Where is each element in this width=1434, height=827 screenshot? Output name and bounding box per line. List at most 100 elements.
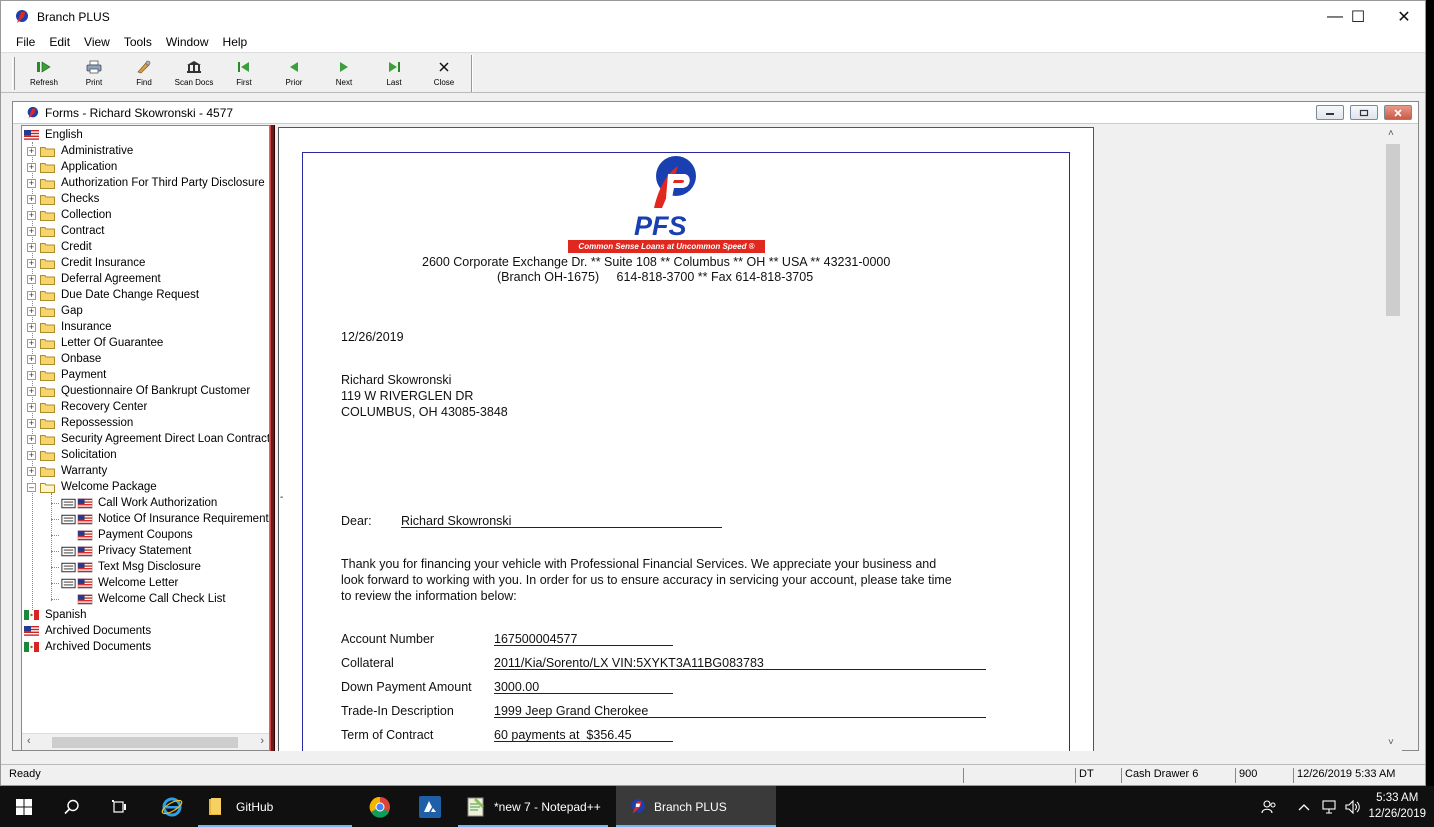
collapse-icon[interactable]: – (27, 482, 36, 492)
scrollbar-thumb[interactable] (1386, 144, 1400, 316)
tree-folder-contract[interactable]: + Contract (27, 223, 104, 239)
expand-icon[interactable]: + (27, 162, 36, 172)
tree-form-payment-coupons[interactable]: Payment Coupons (60, 527, 193, 543)
expand-icon[interactable]: + (27, 242, 36, 252)
scrollbar-thumb[interactable] (52, 737, 238, 748)
tree-item-archived-spanish[interactable]: Archived Documents (24, 639, 151, 655)
tree-folder-onbase[interactable]: + Onbase (27, 351, 101, 367)
tree-horizontal-scrollbar[interactable]: ‹ › (22, 733, 269, 750)
volume-button[interactable] (1342, 786, 1364, 827)
expand-icon[interactable]: + (27, 354, 36, 364)
menu-view[interactable]: View (77, 35, 117, 49)
tree-folder-credit[interactable]: + Credit (27, 239, 92, 255)
tree-form-privacy-statement[interactable]: Privacy Statement (60, 543, 191, 559)
expand-icon[interactable]: + (27, 434, 36, 444)
expand-icon[interactable]: + (27, 258, 36, 268)
task-view-button[interactable] (96, 786, 144, 827)
tree-folder-letter-of-guarantee[interactable]: + Letter Of Guarantee (27, 335, 163, 351)
first-button[interactable]: First (219, 56, 269, 90)
prior-button[interactable]: Prior (269, 56, 319, 90)
close-window-button[interactable]: ✕ (1381, 1, 1427, 32)
tree-folder-security-agreement-direct-loan-contract[interactable]: + Security Agreement Direct Loan Contract (27, 431, 269, 447)
expand-icon[interactable]: + (27, 322, 36, 332)
tree-folder-questionnaire-of-bankrupt-customer[interactable]: + Questionnaire Of Bankrupt Customer (27, 383, 250, 399)
tree-folder-recovery-center[interactable]: + Recovery Center (27, 399, 147, 415)
expand-icon[interactable]: + (27, 338, 36, 348)
close-form-button[interactable]: Close (419, 56, 469, 90)
ie-button[interactable] (148, 786, 196, 827)
tree-item-english[interactable]: English (24, 127, 83, 143)
last-button[interactable]: Last (369, 56, 419, 90)
tree-folder-checks[interactable]: + Checks (27, 191, 99, 207)
tree-folder-payment[interactable]: + Payment (27, 367, 106, 383)
tree-folder-warranty[interactable]: + Warranty (27, 463, 107, 479)
print-button[interactable]: Print (69, 56, 119, 90)
expand-icon[interactable]: + (27, 386, 36, 396)
scroll-left-icon[interactable]: ‹ (27, 735, 31, 747)
expand-icon[interactable]: + (27, 210, 36, 220)
branch-plus-logo-icon (16, 9, 28, 23)
network-button[interactable] (1318, 786, 1340, 827)
expand-icon[interactable]: + (27, 146, 36, 156)
expand-icon[interactable]: + (27, 418, 36, 428)
tree-folder-due-date-change-request[interactable]: + Due Date Change Request (27, 287, 199, 303)
tree-form-welcome-letter[interactable]: Welcome Letter (60, 575, 178, 591)
tree-form-welcome-call-check-list[interactable]: Welcome Call Check List (60, 591, 226, 607)
tree-folder-repossession[interactable]: + Repossession (27, 415, 133, 431)
find-button[interactable]: Find (119, 56, 169, 90)
menu-file[interactable]: File (9, 35, 42, 49)
forms-tree[interactable]: English + Administrative + Application + Auth… (21, 125, 270, 751)
search-button[interactable] (48, 786, 96, 827)
tree-item-archived-english[interactable]: Archived Documents (24, 623, 151, 639)
tree-form-call-work-authorization[interactable]: Call Work Authorization (60, 495, 217, 511)
tree-folder-solicitation[interactable]: + Solicitation (27, 447, 117, 463)
tree-folder-collection[interactable]: + Collection (27, 207, 112, 223)
show-hidden-icons-button[interactable] (1294, 786, 1314, 827)
tree-item-spanish[interactable]: Spanish (24, 607, 87, 623)
expand-icon[interactable]: + (27, 450, 36, 460)
taskbar-clock[interactable]: 5:33 AM 12/26/2019 (1368, 790, 1426, 822)
expand-icon[interactable]: + (27, 274, 36, 284)
tree-form-notice-of-insurance-requirement[interactable]: Notice Of Insurance Requirement (60, 511, 269, 527)
scroll-right-icon[interactable]: › (260, 735, 264, 747)
tree-folder-gap[interactable]: + Gap (27, 303, 83, 319)
chrome-button[interactable] (358, 786, 402, 827)
refresh-button[interactable]: Refresh (19, 56, 69, 90)
expand-icon[interactable]: + (27, 402, 36, 412)
start-button[interactable] (0, 786, 48, 827)
taskbar-branch-plus[interactable]: Branch PLUS (616, 786, 776, 827)
next-button[interactable]: Next (319, 56, 369, 90)
scan-docs-button[interactable]: Scan Docs (169, 56, 219, 90)
toolbar-grip[interactable] (12, 57, 15, 90)
tree-folder-administrative[interactable]: + Administrative (27, 143, 133, 159)
scroll-down-icon[interactable]: ˅ (1388, 737, 1394, 748)
tree-form-text-msg-disclosure[interactable]: Text Msg Disclosure (60, 559, 201, 575)
menu-tools[interactable]: Tools (117, 35, 159, 49)
menu-edit[interactable]: Edit (42, 35, 77, 49)
tree-folder-insurance[interactable]: + Insurance (27, 319, 112, 335)
child-restore-button[interactable] (1350, 105, 1378, 120)
expand-icon[interactable]: + (27, 370, 36, 380)
document-vertical-scrollbar[interactable]: ˄ ˅ (1384, 125, 1402, 751)
expand-icon[interactable]: + (27, 306, 36, 316)
scroll-up-icon[interactable]: ˄ (1388, 128, 1394, 139)
menu-window[interactable]: Window (159, 35, 216, 49)
menu-help[interactable]: Help (216, 35, 255, 49)
child-close-button[interactable] (1384, 105, 1412, 120)
azure-button[interactable] (408, 786, 452, 827)
taskbar-github[interactable]: GitHub (198, 786, 352, 827)
people-button[interactable] (1256, 786, 1282, 827)
tree-folder-authorization-for-third-party-disclosure[interactable]: + Authorization For Third Party Disclosur… (27, 175, 265, 191)
expand-icon[interactable]: + (27, 466, 36, 476)
tree-folder-welcome-package[interactable]: – Welcome Package (27, 479, 157, 495)
child-minimize-button[interactable] (1316, 105, 1344, 120)
expand-icon[interactable]: + (27, 226, 36, 236)
expand-icon[interactable]: + (27, 178, 36, 188)
tree-folder-credit-insurance[interactable]: + Credit Insurance (27, 255, 145, 271)
maximize-button[interactable]: ☐ (1335, 1, 1381, 32)
tree-folder-application[interactable]: + Application (27, 159, 117, 175)
expand-icon[interactable]: + (27, 194, 36, 204)
taskbar-notepad[interactable]: *new 7 - Notepad++ (458, 786, 608, 827)
expand-icon[interactable]: + (27, 290, 36, 300)
tree-folder-deferral-agreement[interactable]: + Deferral Agreement (27, 271, 161, 287)
